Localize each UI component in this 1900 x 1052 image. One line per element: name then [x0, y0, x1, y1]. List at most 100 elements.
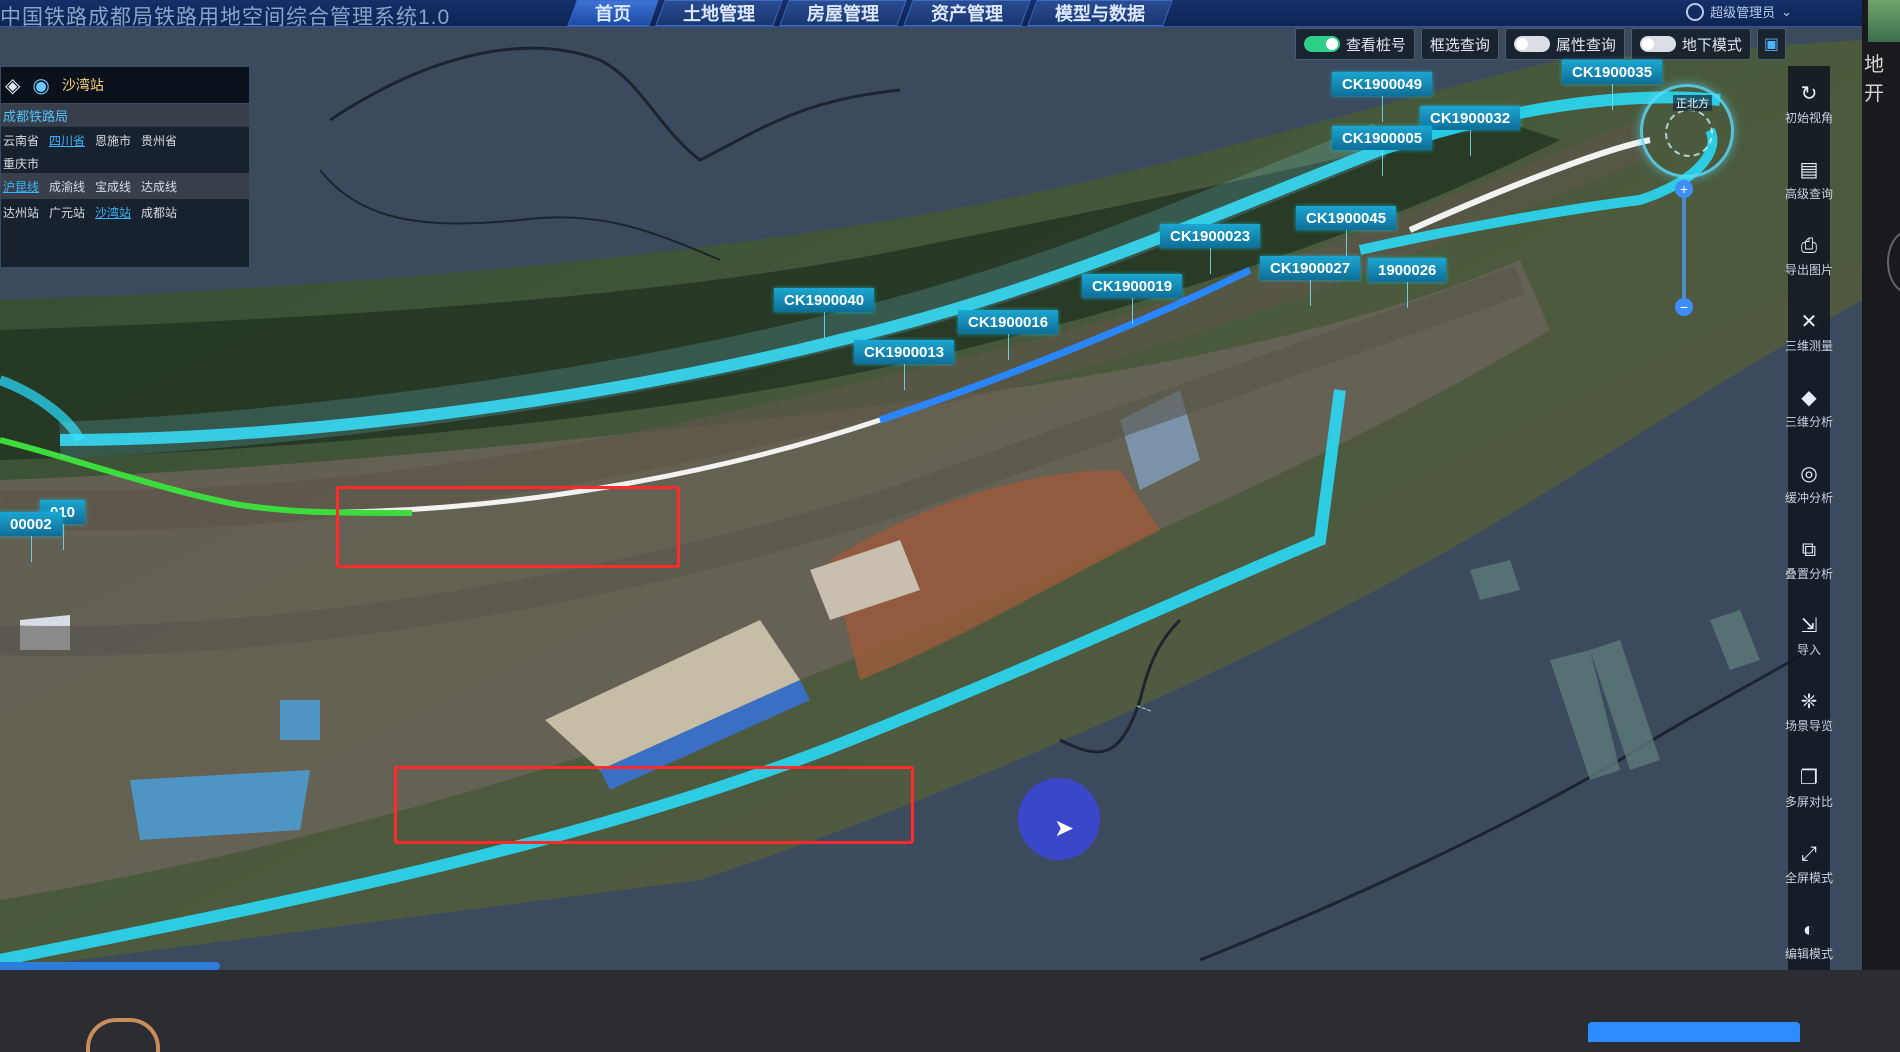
line-item[interactable]: 宝成线	[95, 178, 131, 195]
edit-mode-icon: ◐	[1802, 918, 1816, 941]
line-item[interactable]: 成渝线	[49, 178, 85, 195]
stake-marker[interactable]: CK1900016	[958, 310, 1059, 360]
city-row: 重庆市	[1, 150, 249, 173]
compass-control[interactable]: 正北方	[1640, 84, 1734, 178]
tab-house[interactable]: 房屋管理	[779, 0, 907, 26]
box-query-label: 框选查询	[1429, 36, 1490, 54]
right-toolbar: ↻ 初始视角 ▤ 高级查询 ⎙ 导出图片 ✕ 三维测量 ◆ 三维分析 ◎ 缓冲分析 ⧉ 叠置分…	[1785, 66, 1834, 970]
chevron-down-icon: ⌄	[1781, 3, 1792, 19]
toolbox-icon[interactable]: ▣	[1756, 28, 1786, 60]
station-item[interactable]: 达州站	[3, 204, 39, 222]
underground-switch[interactable]	[1639, 36, 1676, 52]
layer-panel: ◈ ◉ 沙湾站 成都铁路局 云南省 四川省 恩施市 贵州省 重庆市 沪昆线 成渝…	[0, 66, 250, 268]
zoom-slider[interactable]	[1682, 186, 1686, 306]
station-row: 达州站 广元站 沙湾站 成都站	[1, 199, 249, 222]
stake-marker[interactable]: CK1900005	[1332, 126, 1433, 176]
highlight-box	[394, 766, 914, 844]
eye-icon[interactable]: ◉	[32, 73, 49, 98]
stake-marker[interactable]: CK1900045	[1296, 206, 1397, 256]
station-item-active[interactable]: 沙湾站	[95, 204, 131, 222]
tab-house-label: 房屋管理	[807, 4, 879, 24]
tool-label: 多屏对比	[1785, 794, 1834, 809]
tool-label: 缓冲分析	[1785, 490, 1834, 505]
click-indicator: ➤	[1018, 778, 1100, 860]
scene-tour-icon: ❈	[1800, 690, 1818, 713]
tool-multi-screen[interactable]: ❐ 多屏对比	[1785, 750, 1834, 826]
tool-label: 编辑模式	[1785, 946, 1834, 961]
adjacent-window-edge: 地开	[1862, 0, 1900, 970]
tool-advanced-query[interactable]: ▤ 高级查询	[1785, 142, 1833, 218]
tab-home[interactable]: 首页	[567, 0, 659, 26]
main-nav: 首页 土地管理 房屋管理 资产管理 模型与数据	[567, 0, 1174, 26]
tab-models[interactable]: 模型与数据	[1027, 0, 1173, 26]
station-item[interactable]: 广元站	[49, 204, 85, 222]
tab-home-label: 首页	[595, 4, 631, 24]
tool-edit-mode[interactable]: ◐ 编辑模式	[1785, 902, 1834, 970]
underground-toggle[interactable]: 地下模式	[1630, 28, 1751, 60]
box-query-button[interactable]: 框选查询	[1420, 28, 1499, 60]
tool-analysis-3d[interactable]: ◆ 三维分析	[1785, 370, 1834, 446]
stake-marker[interactable]: CK1900023	[1160, 224, 1261, 274]
map-3d-scene[interactable]	[0, 0, 1862, 970]
stake-marker[interactable]: CK1900035	[1562, 60, 1663, 110]
tab-land[interactable]: 土地管理	[655, 0, 783, 26]
station-item[interactable]: 成都站	[141, 204, 177, 222]
tool-export-image[interactable]: ⎙ 导出图片	[1785, 218, 1834, 294]
city-item[interactable]: 重庆市	[3, 155, 39, 173]
stake-marker[interactable]: CK1900013	[854, 340, 955, 390]
view-stake-switch[interactable]	[1303, 36, 1340, 52]
tool-label: 全屏模式	[1785, 870, 1834, 885]
zoom-in-icon[interactable]: +	[1675, 180, 1693, 198]
region-item-active[interactable]: 四川省	[49, 132, 85, 150]
tool-label: 导出图片	[1785, 262, 1834, 277]
adjacent-window-text: 地开	[1864, 54, 1884, 105]
user-name: 超级管理员	[1710, 5, 1776, 20]
stake-marker[interactable]: CK1900040	[774, 288, 875, 338]
cursor-arrow-icon: ➤	[1054, 815, 1075, 842]
stake-marker[interactable]: CK1900049	[1332, 72, 1433, 122]
stake-marker[interactable]: CK1900032	[1420, 106, 1521, 156]
stake-marker[interactable]: 00002	[0, 512, 62, 562]
tool-measure[interactable]: ✕ 三维测量	[1785, 294, 1834, 370]
layers-icon[interactable]: ◈	[5, 73, 20, 98]
stake-marker[interactable]: CK1900019	[1082, 274, 1183, 324]
fullscreen-icon: ⤢	[1801, 842, 1817, 865]
layer-section-title[interactable]: 成都铁路局	[1, 104, 249, 127]
tool-label: 场景导览	[1785, 718, 1834, 733]
tool-label: 三维分析	[1785, 414, 1834, 429]
region-item[interactable]: 恩施市	[95, 132, 131, 150]
line-item-active[interactable]: 沪昆线	[3, 178, 39, 195]
attr-query-toggle[interactable]: 属性查询	[1504, 28, 1625, 60]
scroll-indicator[interactable]	[0, 962, 220, 970]
tool-label: 三维测量	[1785, 338, 1834, 353]
highlight-box	[336, 486, 680, 568]
advanced-query-icon: ▤	[1799, 158, 1819, 181]
compass-north-label: 正北方	[1673, 95, 1712, 111]
layer-panel-header: ◈ ◉ 沙湾站	[1, 67, 249, 104]
region-item[interactable]: 云南省	[3, 132, 39, 150]
underground-label: 地下模式	[1681, 36, 1742, 54]
tab-assets[interactable]: 资产管理	[903, 0, 1031, 26]
analysis-3d-icon: ◆	[1801, 386, 1817, 409]
map-viewport[interactable]: 中国铁路成都局铁路用地空间综合管理系统1.0 首页 土地管理 房屋管理 资产管理…	[0, 0, 1862, 970]
compass-ring-icon[interactable]	[1665, 109, 1713, 157]
attr-query-label: 属性查询	[1555, 36, 1616, 54]
tool-fullscreen[interactable]: ⤢ 全屏模式	[1785, 826, 1834, 902]
line-item[interactable]: 达成线	[141, 178, 177, 195]
tool-overlay-analysis[interactable]: ⧉ 叠置分析	[1785, 522, 1833, 598]
tool-buffer-analysis[interactable]: ◎ 缓冲分析	[1785, 446, 1834, 522]
view-stake-toggle[interactable]: 查看桩号	[1294, 28, 1415, 60]
tool-scene-tour[interactable]: ❈ 场景导览	[1785, 674, 1834, 750]
tool-import[interactable]: ⇲ 导入	[1788, 598, 1830, 674]
stake-marker[interactable]: 1900026	[1368, 258, 1447, 308]
attr-query-switch[interactable]	[1513, 36, 1550, 52]
region-item[interactable]: 贵州省	[141, 132, 177, 150]
reset-view-icon: ↻	[1800, 82, 1818, 105]
tab-assets-label: 资产管理	[931, 4, 1003, 24]
user-menu[interactable]: 超级管理员 ⌄	[1686, 2, 1792, 21]
zoom-out-icon[interactable]: −	[1675, 298, 1693, 316]
footer-button[interactable]	[1588, 1022, 1800, 1042]
footer-bar	[0, 970, 1900, 1052]
tool-reset-view[interactable]: ↻ 初始视角	[1785, 66, 1833, 142]
stake-marker[interactable]: CK1900027	[1260, 256, 1361, 306]
